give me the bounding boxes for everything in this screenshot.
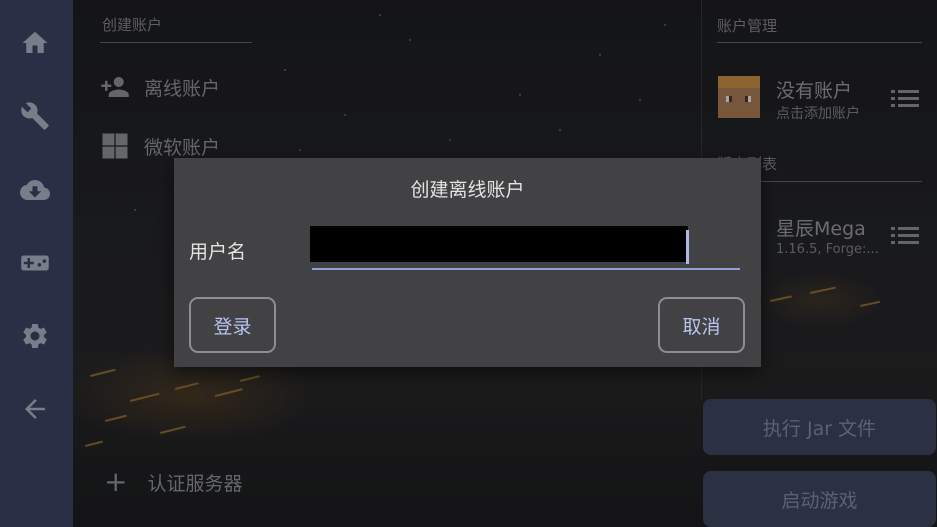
- username-underline: [312, 268, 740, 270]
- create-offline-account-dialog: 创建离线账户 用户名 登录 取消: [174, 158, 761, 367]
- cancel-button[interactable]: 取消: [658, 297, 745, 353]
- username-label: 用户名: [189, 241, 247, 263]
- text-caret: [686, 230, 689, 264]
- login-button[interactable]: 登录: [189, 297, 276, 353]
- username-input[interactable]: [310, 226, 688, 262]
- dialog-title: 创建离线账户: [410, 179, 525, 201]
